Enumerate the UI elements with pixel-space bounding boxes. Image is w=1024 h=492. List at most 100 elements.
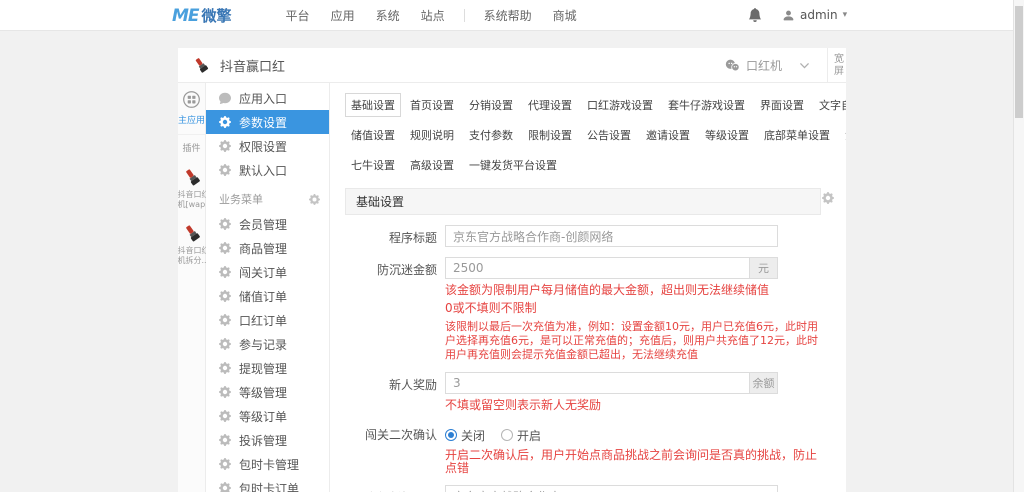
- widescreen-toggle[interactable]: 宽屏: [827, 48, 846, 82]
- tab-口红游戏设置[interactable]: 口红游戏设置: [581, 93, 659, 117]
- input-底部版权设置[interactable]: [445, 485, 778, 492]
- nav-item-2[interactable]: 应用: [325, 3, 361, 28]
- input-防沉迷金额[interactable]: [445, 257, 750, 279]
- tab-公告设置[interactable]: 公告设置: [581, 123, 637, 147]
- module-menu: 应用入口 参数设置 权限设置 默认入口 业务菜单 会员管理 商品管理 闯关订单 储值订单 口红…: [206, 83, 330, 492]
- user-menu[interactable]: admin ▾: [782, 8, 847, 22]
- rail-app-label: 抖音口红机[wap...: [177, 190, 206, 209]
- header-right: 口红机 宽屏: [725, 48, 846, 82]
- bell-icon[interactable]: [748, 8, 762, 22]
- topbar: ME 微擎 平台 应用 系统 站点 系统帮助 商城 admin ▾: [0, 0, 1024, 31]
- tab-储值设置[interactable]: 储值设置: [345, 123, 401, 147]
- nav-item-6[interactable]: 商城: [547, 3, 583, 28]
- nav-item-5[interactable]: 系统帮助: [478, 3, 538, 28]
- form-label: 防沉迷金额: [376, 263, 437, 277]
- tab-界面设置[interactable]: 界面设置: [754, 93, 810, 117]
- menu-item[interactable]: 包时卡订单: [206, 476, 329, 492]
- radio-group: 关闭 开启: [445, 422, 821, 444]
- form-body: 程序标题防沉迷金额 元该金额为限制用户每月储值的最大金额，超出则无法继续储值 0或不…: [345, 215, 821, 492]
- top-nav: 平台 应用 系统 站点 系统帮助 商城: [280, 3, 583, 28]
- menu-item[interactable]: 参与记录: [206, 332, 329, 356]
- settings-tabs: 基础设置首页设置分销设置代理设置口红游戏设置套牛仔游戏设置界面设置文字自定义储值…: [345, 93, 846, 177]
- form-col: 显示在首页和我的页面: [445, 485, 821, 492]
- nav-item-4[interactable]: 站点: [415, 3, 451, 28]
- input-新人奖励[interactable]: [445, 372, 750, 394]
- section-gear-icon[interactable]: [309, 193, 320, 205]
- form-label: 程序标题: [388, 231, 437, 245]
- radio-option[interactable]: 开启: [501, 427, 541, 444]
- channel-selector[interactable]: 口红机: [725, 57, 782, 74]
- rail-apps: 抖音口红机[wap... 抖音口红机拆分...: [178, 154, 206, 266]
- rail-main-app-label[interactable]: 主应用: [178, 113, 205, 126]
- form-row: 程序标题: [345, 225, 821, 247]
- main-app-grid-icon[interactable]: [182, 90, 201, 109]
- user-icon: [783, 10, 794, 20]
- menu-item[interactable]: 包时卡管理: [206, 452, 329, 476]
- lipstick-icon: [195, 58, 209, 73]
- help-text: 不填或留空则表示新人无奖励: [445, 398, 602, 412]
- menu-item[interactable]: 闯关订单: [206, 260, 329, 284]
- menu-item[interactable]: 等级管理: [206, 380, 329, 404]
- menu-item[interactable]: 会员管理: [206, 212, 329, 236]
- menu-item[interactable]: 投诉管理: [206, 428, 329, 452]
- app-rail: 主应用 插件 抖音口红机[wap... 抖音口红机拆分...: [178, 83, 206, 492]
- tab-首页设置[interactable]: 首页设置: [404, 93, 460, 117]
- nav-divider: [463, 8, 465, 22]
- tab-七牛设置[interactable]: 七牛设置: [345, 153, 401, 177]
- radio-dot-icon: [501, 429, 514, 441]
- tab-套牛仔游戏设置[interactable]: 套牛仔游戏设置: [662, 93, 751, 117]
- nav-item-3[interactable]: 系统: [370, 3, 406, 28]
- tab-活动模式[interactable]: 活动模式: [839, 123, 846, 147]
- logo-text: 微擎: [201, 6, 232, 25]
- tab-支付参数[interactable]: 支付参数: [463, 123, 519, 147]
- menu-item[interactable]: 等级订单: [206, 404, 329, 428]
- radio-option[interactable]: 关闭: [445, 427, 485, 444]
- tab-等级设置[interactable]: 等级设置: [699, 123, 755, 147]
- menu-item[interactable]: 权限设置: [206, 134, 329, 158]
- tab-限制设置[interactable]: 限制设置: [522, 123, 578, 147]
- username: admin: [800, 8, 838, 22]
- menu-item[interactable]: 应用入口: [206, 86, 329, 110]
- channel-label: 口红机: [745, 58, 782, 73]
- app-title-wrap: 抖音赢口红: [192, 56, 285, 75]
- tab-一键发货平台设置[interactable]: 一键发货平台设置: [463, 153, 563, 177]
- scrollbar[interactable]: [1013, 0, 1024, 492]
- form-label: 新人奖励: [388, 378, 437, 392]
- menu-section-label: 业务菜单: [219, 193, 263, 206]
- tab-邀请设置[interactable]: 邀请设置: [640, 123, 696, 147]
- menu-item[interactable]: 储值订单: [206, 284, 329, 308]
- panel-gear-icon[interactable]: [822, 192, 834, 204]
- menu-item[interactable]: 商品管理: [206, 236, 329, 260]
- menu-item[interactable]: 默认入口: [206, 158, 329, 182]
- tab-分销设置[interactable]: 分销设置: [463, 93, 519, 117]
- rail-plugins-label: 插件: [182, 144, 201, 154]
- tabs-row-2: 储值设置规则说明支付参数限制设置公告设置邀请设置等级设置底部菜单设置活动模式: [345, 123, 846, 147]
- input-group: 余额: [445, 372, 778, 394]
- nav-item-1[interactable]: 平台: [280, 3, 316, 28]
- weiengine-logo[interactable]: ME 微擎: [172, 5, 232, 26]
- widescreen-label: 宽屏: [831, 53, 843, 77]
- form-row: 防沉迷金额 元该金额为限制用户每月储值的最大金额，超出则无法继续储值 0或不填则不限…: [345, 257, 821, 362]
- input-addon: 元: [750, 257, 778, 279]
- input-group: 元: [445, 257, 778, 279]
- menu-item[interactable]: 参数设置: [206, 110, 329, 134]
- rail-divider: [178, 134, 205, 135]
- tab-基础设置[interactable]: 基础设置: [345, 93, 401, 117]
- tabs-row-1: 基础设置首页设置分销设置代理设置口红游戏设置套牛仔游戏设置界面设置文字自定义: [345, 93, 846, 117]
- rail-app-1[interactable]: 抖音口红机[wap...: [178, 167, 206, 210]
- scrollbar-thumb[interactable]: [1015, 6, 1023, 118]
- page: ME 微擎 平台 应用 系统 站点 系统帮助 商城 admin ▾ 抖音赢口红 …: [0, 0, 1024, 492]
- tab-文字自定义[interactable]: 文字自定义: [813, 93, 846, 117]
- tab-高级设置[interactable]: 高级设置: [404, 153, 460, 177]
- form-col: 关闭 开启 开启二次确认后，用户开始点商品挑战之前会询问是否真的挑战，防止点错: [445, 422, 821, 475]
- tab-规则说明[interactable]: 规则说明: [404, 123, 460, 147]
- input-程序标题[interactable]: [445, 225, 778, 247]
- tab-代理设置[interactable]: 代理设置: [522, 93, 578, 117]
- chevron-down-icon[interactable]: [798, 59, 811, 72]
- menu-item[interactable]: 口红订单: [206, 308, 329, 332]
- tab-底部菜单设置[interactable]: 底部菜单设置: [758, 123, 836, 147]
- tabs-row-3: 七牛设置 高级设置 一键发货平台设置: [345, 153, 846, 177]
- app-header: 抖音赢口红 口红机 宽屏: [178, 48, 846, 83]
- menu-item[interactable]: 提现管理: [206, 356, 329, 380]
- rail-app-2[interactable]: 抖音口红机拆分...: [178, 223, 206, 266]
